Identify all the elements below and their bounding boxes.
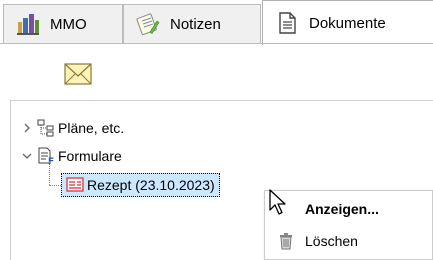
document-icon bbox=[279, 12, 296, 34]
tab-notizen-label: Notizen bbox=[170, 15, 221, 33]
tree-node-label: Rezept (23.10.2023) bbox=[87, 177, 215, 193]
menu-item-loeschen[interactable]: Löschen bbox=[265, 225, 432, 257]
trash-icon bbox=[280, 233, 292, 250]
hierarchy-icon bbox=[37, 119, 54, 137]
menu-item-label: Anzeigen... bbox=[305, 201, 379, 217]
tree-node-formulare[interactable]: F Formulare bbox=[21, 145, 122, 167]
tab-dokumente[interactable]: Dokumente bbox=[262, 0, 433, 45]
form-icon: F bbox=[38, 147, 54, 165]
chevron-right-icon[interactable] bbox=[21, 122, 33, 134]
tree-node-rezept[interactable]: Rezept (23.10.2023) bbox=[61, 173, 220, 197]
tab-notizen[interactable]: Notizen bbox=[123, 4, 261, 43]
tree-node-plaene[interactable]: Pläne, etc. bbox=[21, 117, 124, 139]
context-menu: Anzeigen... Löschen bbox=[264, 190, 433, 260]
tree-node-label: Pläne, etc. bbox=[58, 120, 125, 136]
email-button[interactable] bbox=[64, 63, 92, 85]
building-chart-icon bbox=[17, 14, 39, 35]
tab-dokumente-label: Dokumente bbox=[309, 14, 386, 32]
tab-strip: MMO Notizen Dokumente bbox=[0, 0, 433, 45]
tab-strip-divider bbox=[0, 43, 433, 44]
tree-node-label: Formulare bbox=[58, 148, 122, 164]
menu-item-label: Löschen bbox=[305, 233, 358, 249]
tab-mmo[interactable]: MMO bbox=[3, 4, 123, 43]
tab-mmo-label: MMO bbox=[50, 15, 87, 33]
envelope-icon bbox=[64, 63, 92, 85]
menu-item-anzeigen[interactable]: Anzeigen... bbox=[265, 193, 432, 225]
tree-connector bbox=[49, 161, 50, 185]
notepad-pencil-icon bbox=[136, 13, 160, 36]
red-form-icon bbox=[66, 177, 84, 192]
chevron-down-icon[interactable] bbox=[21, 150, 33, 162]
